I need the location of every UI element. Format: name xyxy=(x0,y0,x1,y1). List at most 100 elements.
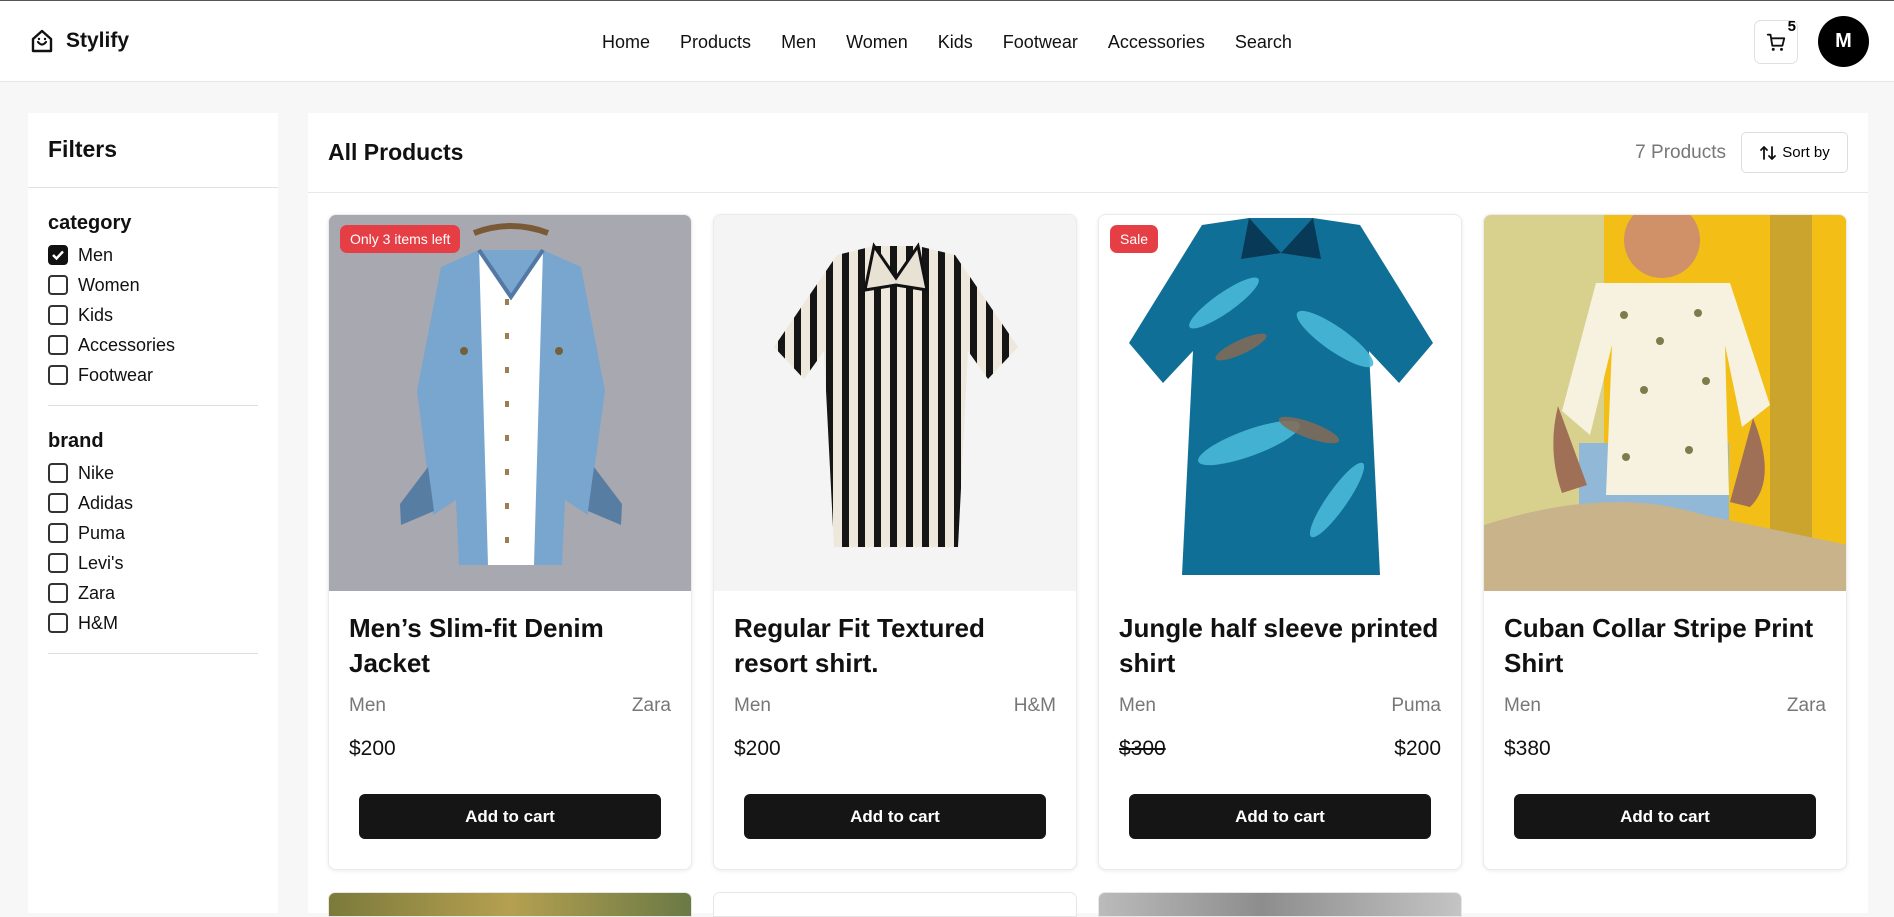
product-brand: Puma xyxy=(1391,695,1441,716)
product-name[interactable]: Jungle half sleeve printed shirt xyxy=(1119,611,1441,681)
accessories-checkbox[interactable] xyxy=(48,335,68,355)
nav-home[interactable]: Home xyxy=(602,32,650,53)
add-to-cart-button[interactable]: Add to cart xyxy=(1129,794,1431,839)
puma-checkbox[interactable] xyxy=(48,523,68,543)
brand-option-label: Adidas xyxy=(78,492,134,513)
category-filter-group: category Men Women Kids Accessories Foot… xyxy=(48,188,258,406)
product-card[interactable]: Regular Fit Textured resort shirt. Men H… xyxy=(713,214,1077,870)
product-name[interactable]: Regular Fit Textured resort shirt. xyxy=(734,611,1056,681)
add-to-cart-button[interactable]: Add to cart xyxy=(359,794,661,839)
top-navigation-bar: Stylify Home Products Men Women Kids Foo… xyxy=(0,0,1894,82)
product-category: Men xyxy=(349,695,386,716)
brand-option-label: Puma xyxy=(78,522,126,543)
category-option-label: Accessories xyxy=(78,334,176,355)
product-brand: Zara xyxy=(1786,695,1826,716)
brand-option-puma[interactable]: Puma xyxy=(48,518,258,548)
stock-badge: Only 3 items left xyxy=(340,225,461,253)
brand-option-label: Zara xyxy=(78,582,116,603)
product-card[interactable]: Cuban Collar Stripe Print Shirt Men Zara… xyxy=(1483,214,1847,870)
footwear-checkbox[interactable] xyxy=(48,365,68,385)
checkmark-icon xyxy=(52,250,64,261)
cart-button[interactable]: 5 xyxy=(1754,18,1798,64)
cart-count-badge: 5 xyxy=(1787,18,1796,35)
nav-men[interactable]: Men xyxy=(781,32,816,53)
category-option-label: Footwear xyxy=(78,364,154,385)
brand[interactable]: Stylify xyxy=(28,27,129,55)
product-card-body: Jungle half sleeve printed shirt Men Pum… xyxy=(1099,591,1461,761)
category-option-men[interactable]: Men xyxy=(48,240,258,270)
sort-arrows-icon xyxy=(1760,145,1777,160)
brand-option-levis[interactable]: Levi's xyxy=(48,548,258,578)
price-row: $200 xyxy=(734,737,1056,761)
sort-by-label: Sort by xyxy=(1782,144,1830,161)
denim-jacket-illustration xyxy=(329,215,691,591)
hm-checkbox[interactable] xyxy=(48,613,68,633)
products-panel: All Products 7 Products Sort by Only 3 i… xyxy=(308,113,1868,917)
filters-sidebar: Filters category Men Women Kids Accessor… xyxy=(28,113,278,913)
product-name[interactable]: Men’s Slim-fit Denim Jacket xyxy=(349,611,671,681)
nav-products[interactable]: Products xyxy=(680,32,751,53)
category-option-women[interactable]: Women xyxy=(48,270,258,300)
product-card[interactable]: Only 3 items left Men’s Slim-fit Denim J… xyxy=(328,214,692,870)
women-checkbox[interactable] xyxy=(48,275,68,295)
denim-jacket-image[interactable]: Only 3 items left xyxy=(329,215,691,591)
products-header: All Products 7 Products Sort by xyxy=(308,113,1868,193)
main-navigation: Home Products Men Women Kids Footwear Ac… xyxy=(602,32,1292,53)
partially-visible-product-card[interactable] xyxy=(328,892,692,917)
brand-option-zara[interactable]: Zara xyxy=(48,578,258,608)
product-meta: Men Zara xyxy=(349,695,671,717)
brand-option-nike[interactable]: Nike xyxy=(48,458,258,488)
product-meta: Men H&M xyxy=(734,695,1056,717)
cuban-collar-shirt-image[interactable] xyxy=(1484,215,1846,591)
page-title: All Products xyxy=(328,139,464,165)
product-category: Men xyxy=(1504,695,1541,716)
partially-visible-product-card[interactable] xyxy=(713,892,1077,917)
kids-checkbox[interactable] xyxy=(48,305,68,325)
nav-accessories[interactable]: Accessories xyxy=(1108,32,1205,53)
product-card-body: Cuban Collar Stripe Print Shirt Men Zara… xyxy=(1484,591,1846,761)
price-row: $200 xyxy=(349,737,671,761)
category-option-kids[interactable]: Kids xyxy=(48,300,258,330)
nav-search[interactable]: Search xyxy=(1235,32,1292,53)
product-card[interactable]: Sale Jungle half sleeve printed shirt Me… xyxy=(1098,214,1462,870)
product-price: $380 xyxy=(1504,737,1551,760)
partially-visible-product-card[interactable] xyxy=(1098,892,1462,917)
original-price: $300 xyxy=(1119,737,1166,760)
shopping-cart-icon xyxy=(1766,33,1786,51)
category-option-footwear[interactable]: Footwear xyxy=(48,360,258,390)
category-option-label: Women xyxy=(78,274,140,295)
men-checkbox[interactable] xyxy=(48,245,68,265)
jungle-shirt-image[interactable]: Sale xyxy=(1099,215,1461,591)
add-to-cart-button[interactable]: Add to cart xyxy=(744,794,1046,839)
model-shirt-illustration xyxy=(1484,215,1846,591)
product-price: $200 xyxy=(734,737,781,760)
levis-checkbox[interactable] xyxy=(48,553,68,573)
product-grid: Only 3 items left Men’s Slim-fit Denim J… xyxy=(328,214,1847,870)
sort-by-button[interactable]: Sort by xyxy=(1741,132,1848,173)
product-price: $200 xyxy=(349,737,396,760)
zara-checkbox[interactable] xyxy=(48,583,68,603)
brand-option-hm[interactable]: H&M xyxy=(48,608,258,638)
nav-footwear[interactable]: Footwear xyxy=(1003,32,1078,53)
category-option-accessories[interactable]: Accessories xyxy=(48,330,258,360)
category-option-label: Kids xyxy=(78,304,114,325)
sale-price: $200 xyxy=(1394,737,1441,760)
product-count: 7 Products xyxy=(1635,141,1726,163)
resort-shirt-image[interactable] xyxy=(714,215,1076,591)
add-to-cart-button[interactable]: Add to cart xyxy=(1514,794,1816,839)
jungle-shirt-illustration xyxy=(1099,215,1461,591)
adidas-checkbox[interactable] xyxy=(48,493,68,513)
brand-filter-group: brand Nike Adidas Puma Levi's Zara H&M xyxy=(48,406,258,654)
brand-name: Stylify xyxy=(66,29,130,52)
user-avatar[interactable]: M xyxy=(1818,16,1869,67)
product-card-body: Men’s Slim-fit Denim Jacket Men Zara $20… xyxy=(329,591,691,761)
nike-checkbox[interactable] xyxy=(48,463,68,483)
sale-badge: Sale xyxy=(1110,225,1159,253)
nav-women[interactable]: Women xyxy=(846,32,908,53)
brand-option-adidas[interactable]: Adidas xyxy=(48,488,258,518)
nav-kids[interactable]: Kids xyxy=(938,32,973,53)
product-card-body: Regular Fit Textured resort shirt. Men H… xyxy=(714,591,1076,761)
product-name[interactable]: Cuban Collar Stripe Print Shirt xyxy=(1504,611,1826,681)
price-row: $380 xyxy=(1504,737,1826,761)
category-filter-title: category xyxy=(48,212,132,234)
